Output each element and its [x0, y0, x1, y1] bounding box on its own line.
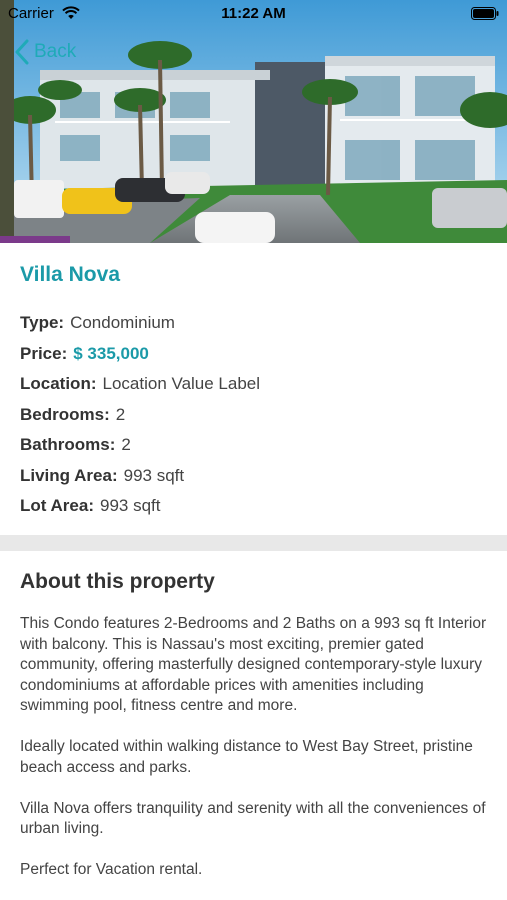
info-value: 993 sqft: [123, 465, 185, 485]
info-value: Condominium: [70, 313, 175, 332]
info-row-living-area: Living Area: 993 sqft: [20, 466, 490, 497]
property-photo: [0, 0, 507, 243]
about-paragraph: This Condo features 2-Bedrooms and 2 Bat…: [20, 615, 487, 714]
info-key: Lot Area:: [20, 496, 94, 515]
info-row-location: Location: Location Value Label: [20, 374, 490, 405]
info-key: Bathrooms:: [20, 435, 116, 454]
back-label: Back: [34, 41, 77, 62]
chevron-left-icon: [15, 39, 29, 65]
info-row-bathrooms: Bathrooms: 2: [20, 435, 490, 466]
property-info-list: Type: Condominium Price: $ 335,000 Locatio…: [20, 313, 490, 527]
property-title: Villa Nova: [20, 263, 120, 286]
info-row-type: Type: Condominium: [20, 313, 490, 344]
info-key: Price:: [20, 343, 68, 363]
info-value: Location Value Label: [102, 374, 261, 393]
status-bar: Carrier 11:22 AM: [0, 0, 507, 28]
section-divider: [0, 535, 507, 551]
status-time: 11:22 AM: [221, 5, 286, 22]
info-key: Type:: [20, 313, 65, 332]
back-button[interactable]: Back: [14, 38, 76, 66]
info-key: Living Area:: [20, 465, 118, 485]
info-value: 2: [115, 404, 126, 424]
info-value: 993 sqft: [100, 496, 161, 515]
info-row-bedrooms: Bedrooms: 2: [20, 405, 490, 436]
about-paragraph: Ideally located within walking distance …: [20, 738, 473, 776]
battery-icon: [471, 7, 499, 20]
property-details: Villa Nova Type: Condominium Price: $ 335,…: [0, 243, 507, 535]
about-paragraph: Villa Nova offers tranquility and sereni…: [20, 799, 486, 838]
about-description: This Condo features 2-Bedrooms and 2 Bat…: [20, 614, 490, 900]
info-value: 2: [121, 435, 131, 454]
about-paragraph: Perfect for Vacation rental.: [20, 861, 203, 878]
about-section: About this property This Condo features …: [0, 551, 507, 900]
about-title: About this property: [20, 570, 215, 593]
info-key: Location:: [20, 374, 97, 393]
info-row-lot-area: Lot Area: 993 sqft: [20, 496, 490, 527]
info-row-price: Price: $ 335,000: [20, 344, 490, 375]
price-value: $ 335,000: [73, 343, 149, 363]
info-key: Bedrooms:: [20, 404, 110, 424]
